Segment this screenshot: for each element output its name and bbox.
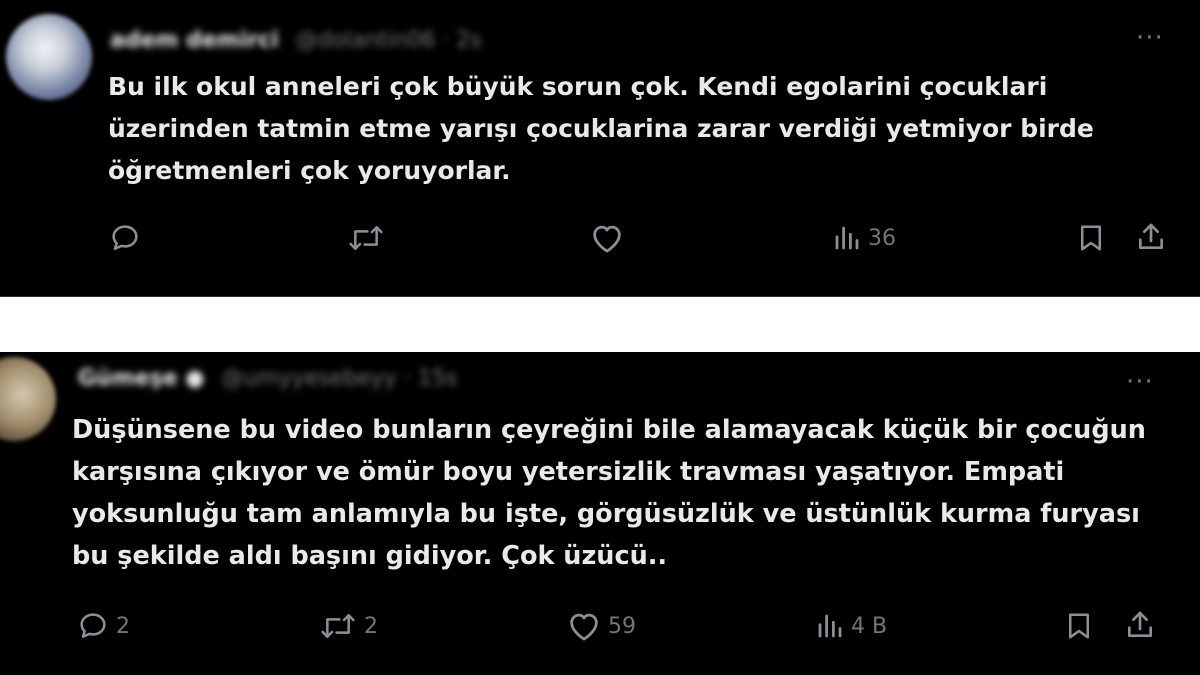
tweet-card[interactable]: Gümeşe ● @umyyesebeyy · 15s ··· Düşünsen…	[0, 352, 1200, 675]
tweet-time[interactable]: · 15s	[404, 366, 457, 391]
repost-count: 2	[364, 613, 378, 639]
tweet-header: adem demirci @dolantin06 · 2s	[110, 28, 482, 53]
reply-button[interactable]: 2	[76, 610, 130, 642]
repost-button[interactable]: 2	[318, 610, 378, 642]
reply-icon	[76, 610, 110, 642]
author-handle[interactable]: @umyyesebeyy	[221, 366, 396, 391]
avatar[interactable]	[6, 14, 92, 100]
bookmark-button[interactable]	[1076, 222, 1106, 254]
like-icon	[589, 222, 625, 254]
like-icon	[566, 610, 602, 642]
avatar[interactable]	[0, 357, 56, 441]
views-icon	[815, 610, 845, 642]
share-button[interactable]	[1135, 220, 1167, 254]
views-count: 4 B	[851, 613, 888, 639]
tweet-card[interactable]: adem demirci @dolantin06 · 2s ··· Bu ilk…	[0, 0, 1200, 297]
views-button[interactable]: 4 B	[815, 610, 887, 642]
author-handle[interactable]: @dolantin06	[296, 28, 436, 53]
repost-button[interactable]	[346, 222, 392, 254]
share-icon	[1124, 608, 1156, 642]
reply-button[interactable]	[108, 222, 148, 254]
more-options-button[interactable]: ···	[1126, 369, 1154, 395]
bookmark-button[interactable]	[1064, 610, 1094, 642]
like-count: 59	[608, 613, 636, 639]
reply-count: 2	[116, 613, 130, 639]
share-button[interactable]	[1124, 608, 1156, 642]
author-name[interactable]: adem demirci	[110, 28, 279, 53]
views-count: 36	[868, 225, 896, 251]
more-options-button[interactable]: ···	[1136, 25, 1164, 51]
like-button[interactable]: 59	[566, 610, 636, 642]
bookmark-icon	[1076, 222, 1106, 254]
tweet-header: Gümeşe ● @umyyesebeyy · 15s	[78, 366, 457, 391]
author-name[interactable]: Gümeşe ●	[78, 366, 204, 391]
reply-icon	[108, 222, 142, 254]
like-button[interactable]	[589, 222, 631, 254]
tweet-time[interactable]: · 2s	[442, 28, 481, 53]
views-button[interactable]: 36	[832, 222, 896, 254]
tweet-text: Düşünsene bu video bunların çeyreğini bi…	[72, 415, 1146, 571]
bookmark-icon	[1064, 610, 1094, 642]
views-icon	[832, 222, 862, 254]
repost-icon	[346, 222, 386, 254]
repost-icon	[318, 610, 358, 642]
share-icon	[1135, 220, 1167, 254]
tweet-text: Bu ilk okul anneleri çok büyük sorun çok…	[108, 72, 1094, 185]
